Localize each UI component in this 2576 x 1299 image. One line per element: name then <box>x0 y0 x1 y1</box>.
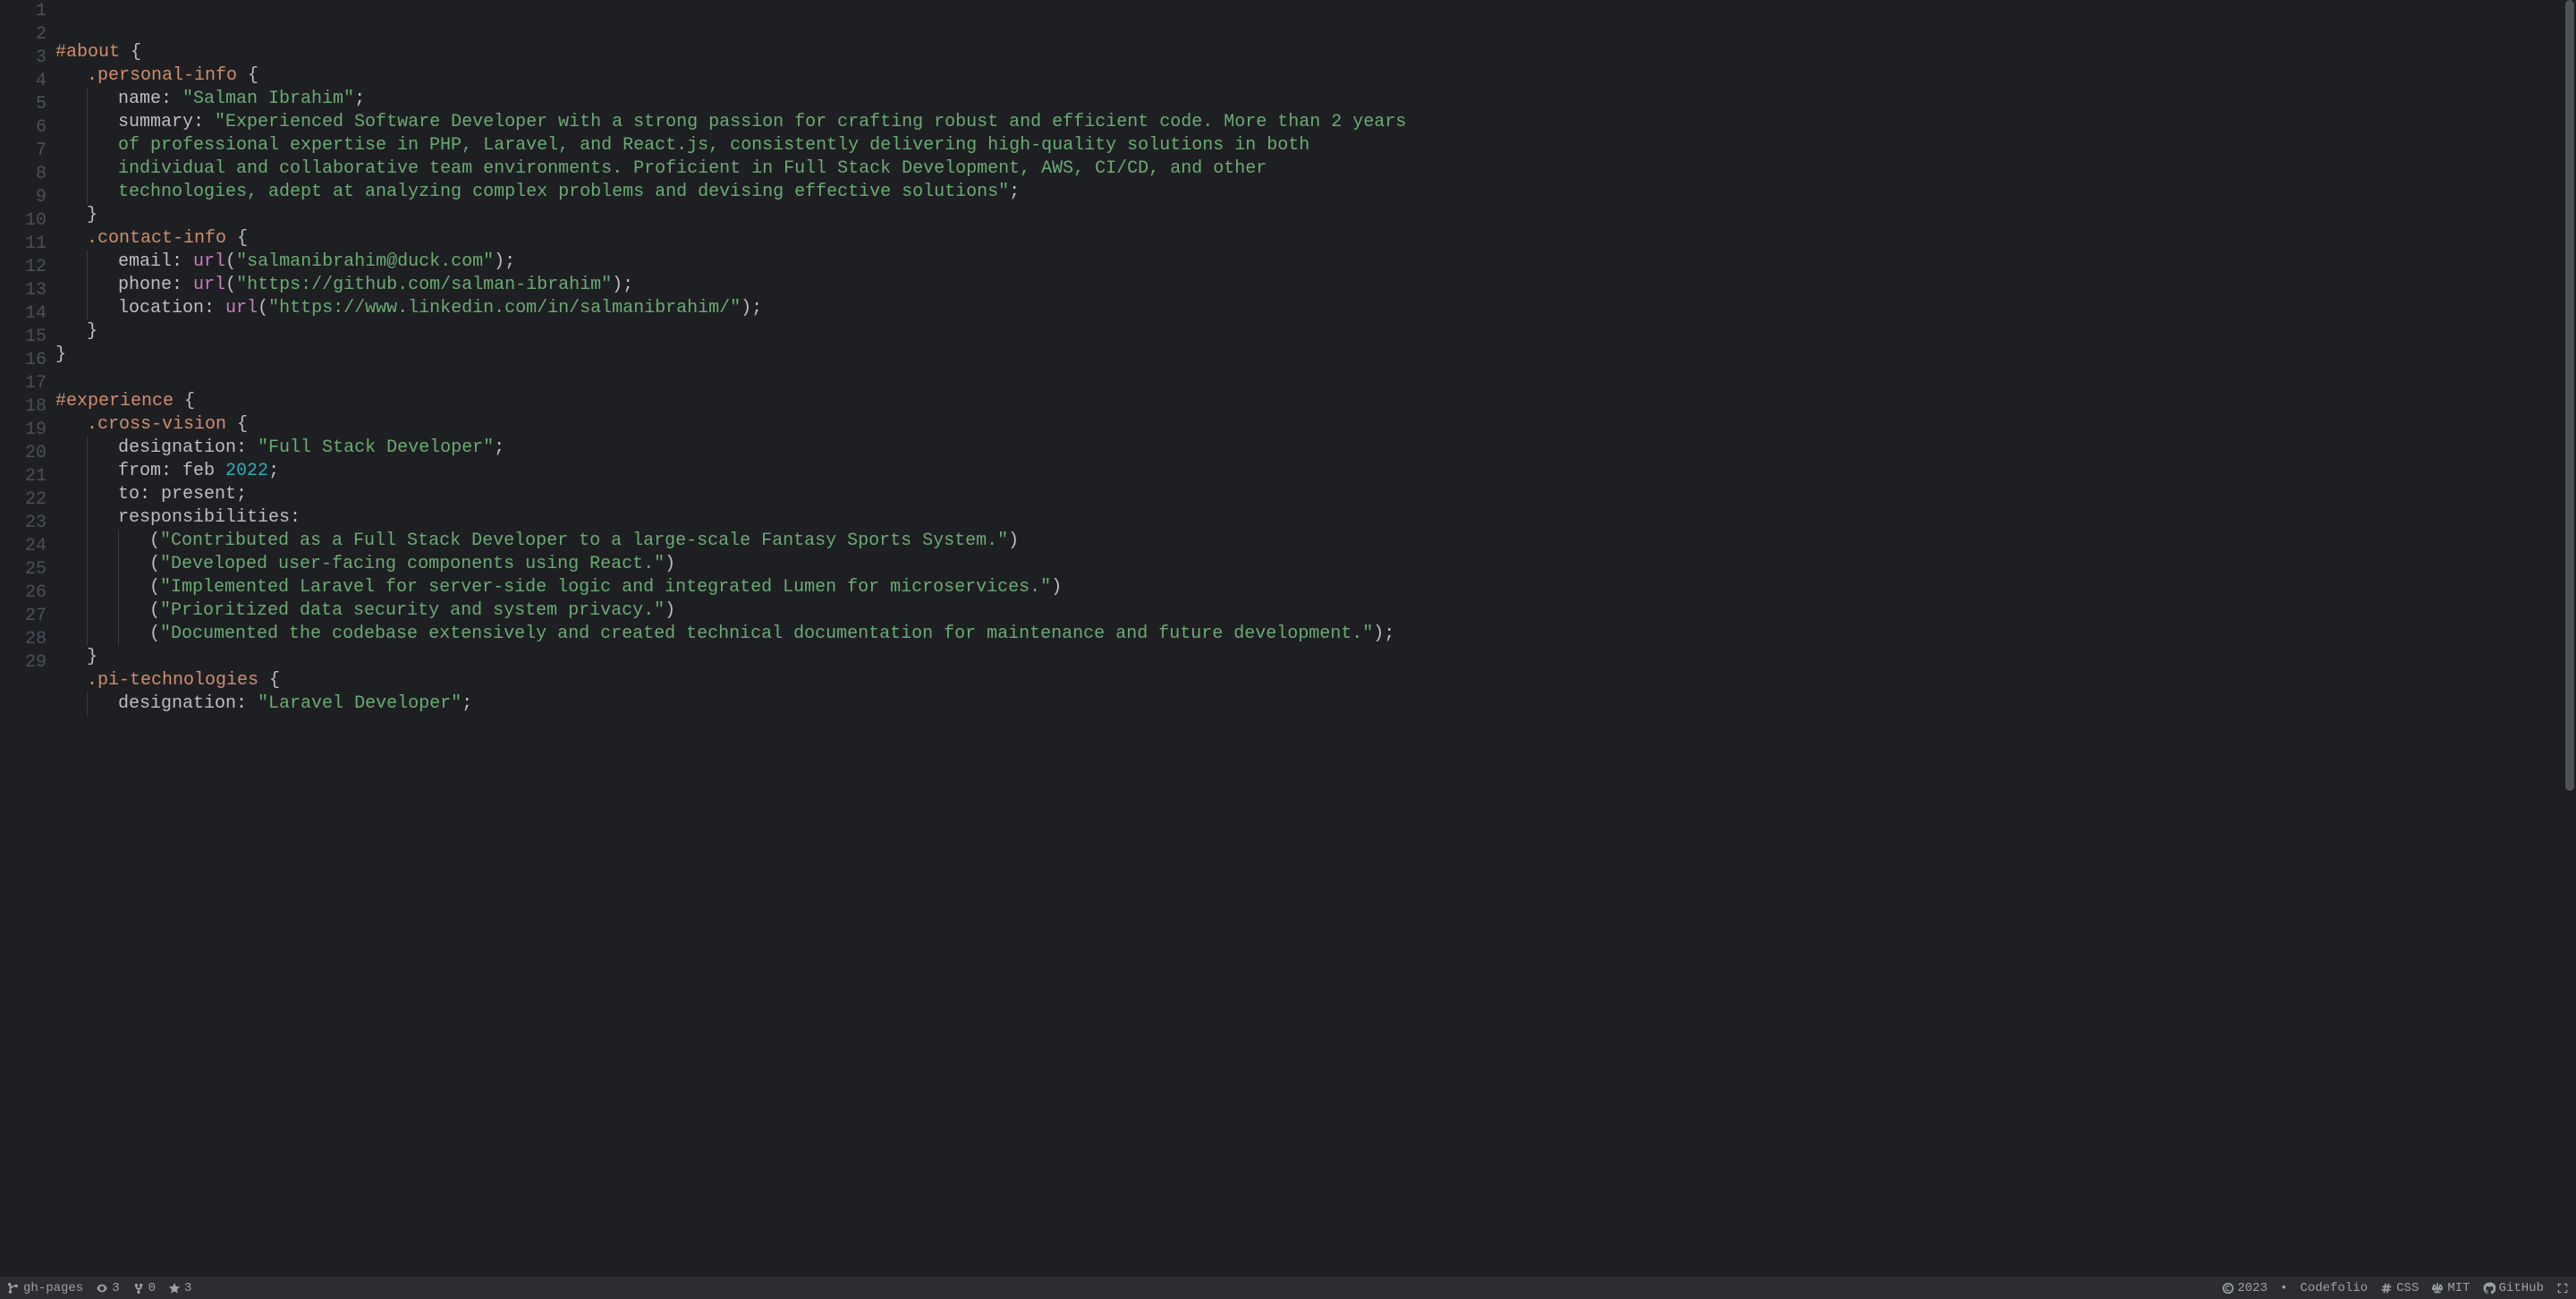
repo-label: GitHub <box>2499 1281 2544 1295</box>
line-number: 8 <box>0 163 55 186</box>
stars-indicator[interactable]: 3 <box>168 1281 191 1295</box>
eye-icon <box>96 1282 108 1295</box>
bullet-separator: • <box>2280 1281 2287 1295</box>
line-number: 17 <box>0 372 55 395</box>
hash-icon <box>2380 1282 2393 1295</box>
code-line[interactable]: individual and collaborative team enviro… <box>55 157 2576 181</box>
line-number-gutter: 1234567891011121314151617181920212223242… <box>0 0 55 1276</box>
code-line[interactable]: .contact-info { <box>55 227 2576 250</box>
star-icon <box>168 1282 181 1295</box>
license-label: MIT <box>2447 1281 2470 1295</box>
code-line[interactable]: designation: "Laravel Developer"; <box>55 692 2576 716</box>
fullscreen-button[interactable] <box>2556 1282 2569 1295</box>
git-branch-icon <box>7 1282 20 1295</box>
code-area[interactable]: #about {.personal-info {name: "Salman Ib… <box>55 0 2576 1276</box>
code-line[interactable]: .pi-technologies { <box>55 669 2576 692</box>
code-line[interactable]: } <box>55 344 2576 367</box>
code-line[interactable]: summary: "Experienced Software Developer… <box>55 111 2576 134</box>
code-line[interactable]: #experience { <box>55 390 2576 413</box>
line-number: 25 <box>0 558 55 582</box>
copyright-year: 2023 <box>2238 1281 2268 1295</box>
code-line[interactable]: location: url("https://www.linkedin.com/… <box>55 297 2576 320</box>
code-line[interactable]: } <box>55 204 2576 227</box>
code-line[interactable]: email: url("salmanibrahim@duck.com"); <box>55 250 2576 274</box>
code-line[interactable]: phone: url("https://github.com/salman-ib… <box>55 274 2576 297</box>
line-number: 13 <box>0 279 55 302</box>
line-number: 14 <box>0 302 55 326</box>
repo-indicator[interactable]: GitHub <box>2483 1281 2544 1295</box>
code-line[interactable]: ("Prioritized data security and system p… <box>55 599 2576 623</box>
copyright-icon <box>2222 1282 2234 1295</box>
code-line[interactable]: ("Developed user-facing components using… <box>55 553 2576 576</box>
scale-icon <box>2431 1282 2444 1295</box>
line-number: 15 <box>0 326 55 349</box>
code-line[interactable]: responsibilities: <box>55 506 2576 530</box>
line-number: 18 <box>0 395 55 419</box>
line-number: 26 <box>0 582 55 605</box>
line-number: 4 <box>0 70 55 93</box>
code-line[interactable]: } <box>55 320 2576 344</box>
scroll-thumb[interactable] <box>2565 0 2574 791</box>
branch-name: gh-pages <box>23 1281 83 1295</box>
line-number: 20 <box>0 442 55 465</box>
language-label: CSS <box>2396 1281 2419 1295</box>
line-number: 22 <box>0 488 55 512</box>
line-number: 7 <box>0 140 55 163</box>
line-number: 24 <box>0 535 55 558</box>
code-line[interactable]: ("Documented the codebase extensively an… <box>55 623 2576 646</box>
copyright-indicator: 2023 <box>2222 1281 2268 1295</box>
site-name[interactable]: Codefolio <box>2301 1281 2368 1295</box>
editor[interactable]: 1234567891011121314151617181920212223242… <box>0 0 2576 1276</box>
code-line[interactable]: technologies, adept at analyzing complex… <box>55 181 2576 204</box>
line-number: 29 <box>0 651 55 675</box>
line-number: 2 <box>0 23 55 47</box>
line-number: 1 <box>0 0 55 23</box>
forks-count: 0 <box>148 1281 156 1295</box>
line-number: 21 <box>0 465 55 488</box>
code-line[interactable]: name: "Salman Ibrahim"; <box>55 88 2576 111</box>
code-line[interactable]: #about { <box>55 41 2576 64</box>
line-number: 9 <box>0 186 55 209</box>
line-number: 23 <box>0 512 55 535</box>
line-number: 27 <box>0 605 55 628</box>
line-number: 16 <box>0 349 55 372</box>
code-line[interactable] <box>55 367 2576 390</box>
code-line[interactable]: designation: "Full Stack Developer"; <box>55 437 2576 460</box>
line-number: 28 <box>0 628 55 651</box>
line-number: 10 <box>0 209 55 233</box>
code-line[interactable]: to: present; <box>55 483 2576 506</box>
watchers-count: 3 <box>112 1281 119 1295</box>
line-number: 11 <box>0 233 55 256</box>
license-indicator[interactable]: MIT <box>2431 1281 2470 1295</box>
vertical-scrollbar[interactable] <box>2563 0 2576 1276</box>
line-number: 19 <box>0 419 55 442</box>
code-line[interactable]: } <box>55 646 2576 669</box>
fullscreen-icon <box>2556 1282 2569 1295</box>
github-icon <box>2483 1282 2496 1295</box>
line-number: 12 <box>0 256 55 279</box>
fork-icon <box>132 1282 145 1295</box>
branch-indicator[interactable]: gh-pages <box>7 1281 83 1295</box>
code-line[interactable]: ("Implemented Laravel for server-side lo… <box>55 576 2576 599</box>
code-line[interactable]: .personal-info { <box>55 64 2576 88</box>
language-indicator[interactable]: CSS <box>2380 1281 2419 1295</box>
code-line[interactable]: from: feb 2022; <box>55 460 2576 483</box>
line-number: 6 <box>0 116 55 140</box>
stars-count: 3 <box>184 1281 191 1295</box>
status-bar: gh-pages 3 0 3 2023 • Codefolio <box>0 1276 2576 1299</box>
code-line[interactable]: of professional expertise in PHP, Larave… <box>55 134 2576 157</box>
code-line[interactable]: .cross-vision { <box>55 413 2576 437</box>
watchers-indicator[interactable]: 3 <box>96 1281 119 1295</box>
forks-indicator[interactable]: 0 <box>132 1281 156 1295</box>
line-number: 5 <box>0 93 55 116</box>
code-line[interactable]: ("Contributed as a Full Stack Developer … <box>55 530 2576 553</box>
line-number: 3 <box>0 47 55 70</box>
